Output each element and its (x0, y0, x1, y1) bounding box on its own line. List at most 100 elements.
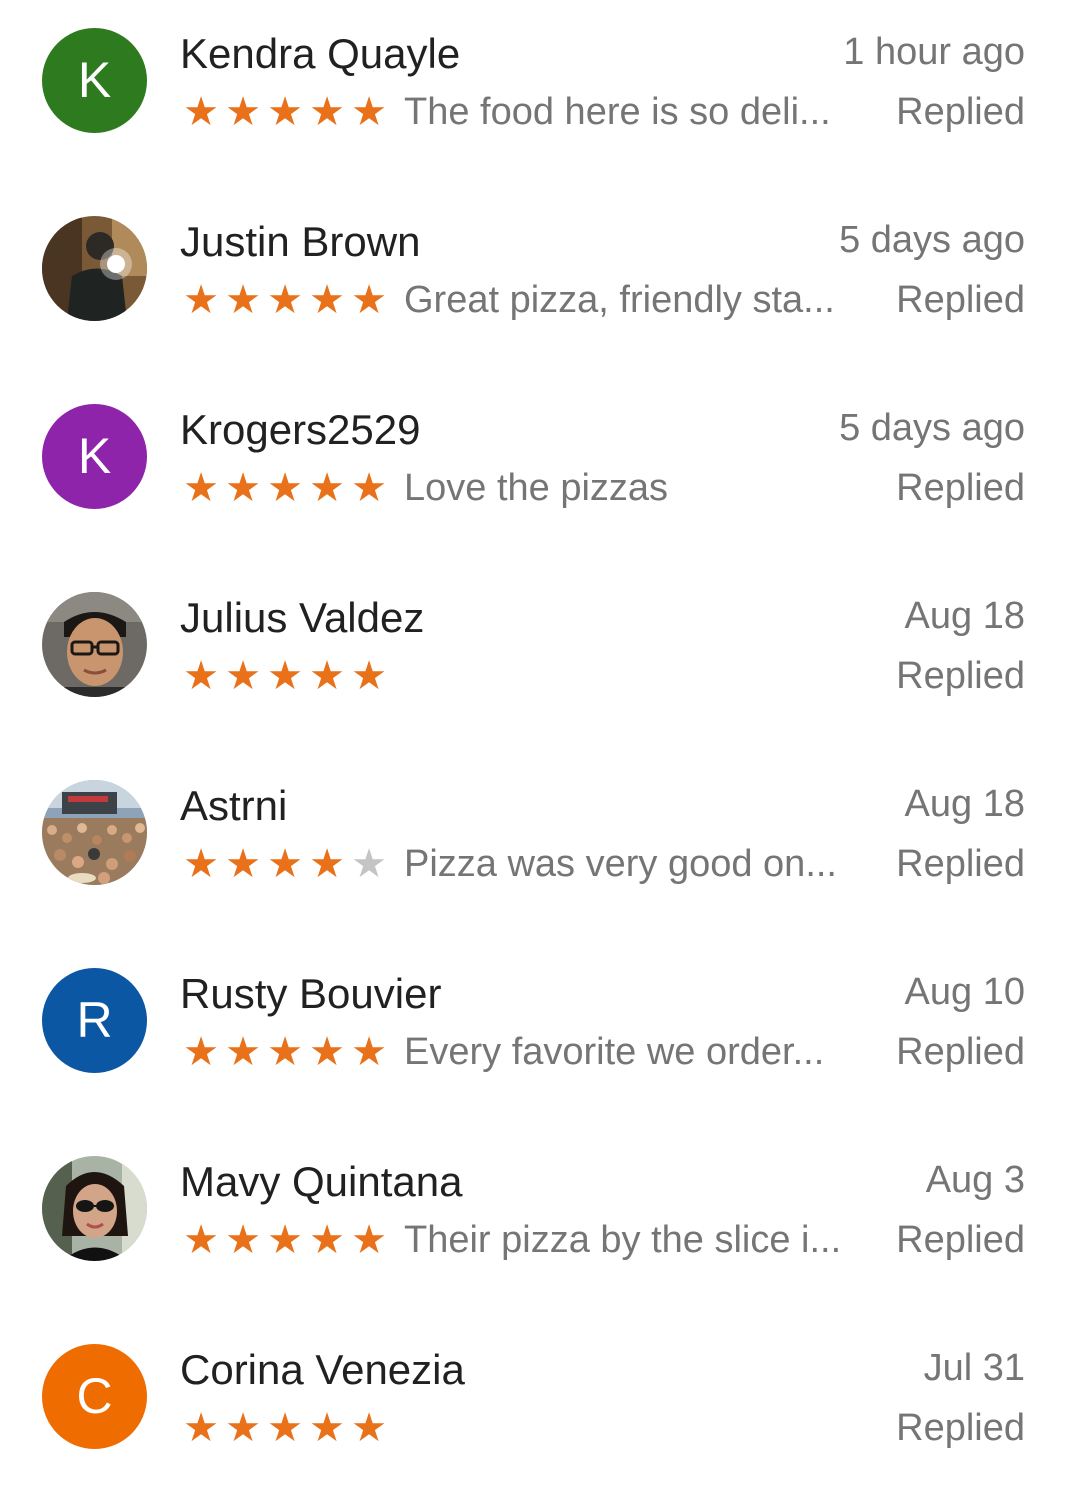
review-time: Aug 18 (904, 783, 1025, 825)
avatar: C (42, 1344, 147, 1449)
star-filled-icon: ★ (183, 653, 219, 699)
reviewer-name: Corina Venezia (180, 1346, 465, 1393)
review-time: Aug 10 (904, 971, 1025, 1013)
star-filled-icon: ★ (351, 277, 387, 323)
star-filled-icon: ★ (309, 1217, 345, 1263)
reply-status: Replied (896, 1219, 1025, 1261)
star-filled-icon: ★ (309, 89, 345, 135)
avatar-letter: C (76, 1368, 113, 1424)
review-snippet: Love the pizzas (404, 467, 669, 509)
reviewer-name: Mavy Quintana (180, 1158, 463, 1205)
review-snippet: Great pizza, friendly sta... (404, 279, 835, 321)
reply-status: Replied (896, 843, 1025, 885)
reviewer-name: Rusty Bouvier (180, 970, 442, 1017)
star-filled-icon: ★ (183, 841, 219, 887)
star-filled-icon: ★ (183, 1029, 219, 1075)
review-detail: ★ ★ ★ ★ ★ (180, 1404, 404, 1452)
star-filled-icon: ★ (225, 1029, 261, 1075)
profile-photo-woman-sunglasses (42, 1156, 147, 1261)
review-row[interactable]: C Corina Venezia Jul 31 ★ ★ ★ ★ ★ Replied (0, 1316, 1080, 1504)
star-filled-icon: ★ (267, 653, 303, 699)
star-filled-icon: ★ (267, 841, 303, 887)
reply-status: Replied (896, 655, 1025, 697)
star-rating: ★ ★ ★ ★ ★ (180, 652, 390, 700)
review-snippet: Every favorite we order... (404, 1031, 825, 1073)
review-time: Aug 18 (904, 595, 1025, 637)
avatar: K (42, 28, 147, 133)
star-rating: ★ ★ ★ ★ ★ (180, 1216, 390, 1264)
review-detail: ★ ★ ★ ★ ★ Great pizza, friendly sta... (180, 276, 835, 324)
star-rating: ★ ★ ★ ★ ★ (180, 464, 390, 512)
review-detail: ★ ★ ★ ★ ★ The food here is so deli... (180, 88, 831, 136)
avatar: K (42, 404, 147, 509)
reply-status: Replied (896, 1031, 1025, 1073)
review-snippet: Pizza was very good on... (404, 843, 837, 885)
star-filled-icon: ★ (309, 465, 345, 511)
review-time: Jul 31 (923, 1347, 1025, 1389)
star-filled-icon: ★ (267, 277, 303, 323)
avatar (42, 780, 147, 885)
star-filled-icon: ★ (267, 1217, 303, 1263)
star-filled-icon: ★ (309, 1405, 345, 1451)
star-filled-icon: ★ (225, 89, 261, 135)
star-filled-icon: ★ (225, 465, 261, 511)
star-filled-icon: ★ (351, 653, 387, 699)
star-filled-icon: ★ (351, 1405, 387, 1451)
avatar (42, 592, 147, 697)
reviewer-name: Julius Valdez (180, 594, 425, 641)
review-detail: ★ ★ ★ ★ ★ Pizza was very good on... (180, 840, 837, 888)
star-rating: ★ ★ ★ ★ ★ (180, 1028, 390, 1076)
star-filled-icon: ★ (267, 89, 303, 135)
star-filled-icon: ★ (225, 653, 261, 699)
review-time: 5 days ago (839, 407, 1025, 449)
reviewer-name: Astrni (180, 782, 288, 829)
reviewer-name: Justin Brown (180, 218, 421, 265)
star-filled-icon: ★ (183, 1217, 219, 1263)
review-row[interactable]: Julius Valdez Aug 18 ★ ★ ★ ★ ★ Replied (0, 564, 1080, 752)
review-list: K Kendra Quayle 1 hour ago ★ ★ ★ ★ ★ The foo… (0, 0, 1080, 1497)
star-filled-icon: ★ (267, 1029, 303, 1075)
avatar (42, 216, 147, 321)
star-filled-icon: ★ (267, 1405, 303, 1451)
reply-status: Replied (896, 279, 1025, 321)
star-filled-icon: ★ (183, 465, 219, 511)
reply-status: Replied (896, 1407, 1025, 1449)
avatar-letter: R (76, 992, 113, 1048)
review-detail: ★ ★ ★ ★ ★ Every favorite we order... (180, 1028, 824, 1076)
star-filled-icon: ★ (183, 1405, 219, 1451)
avatar-letter: K (77, 52, 112, 108)
review-row[interactable]: Astrni Aug 18 ★ ★ ★ ★ ★ Pizza was very good … (0, 752, 1080, 940)
star-empty-icon: ★ (351, 841, 387, 887)
star-filled-icon: ★ (309, 1029, 345, 1075)
star-filled-icon: ★ (309, 277, 345, 323)
review-snippet: Their pizza by the slice i... (404, 1219, 842, 1261)
review-row[interactable]: Justin Brown 5 days ago ★ ★ ★ ★ ★ Great pizz… (0, 188, 1080, 376)
avatar-letter: K (77, 428, 112, 484)
reviewer-name: Kendra Quayle (180, 30, 461, 77)
star-filled-icon: ★ (183, 89, 219, 135)
review-row[interactable]: Mavy Quintana Aug 3 ★ ★ ★ ★ ★ Their pizza by… (0, 1128, 1080, 1316)
review-time: Aug 3 (925, 1159, 1025, 1201)
star-filled-icon: ★ (309, 841, 345, 887)
review-time: 1 hour ago (843, 31, 1025, 73)
review-row[interactable]: K Krogers2529 5 days ago ★ ★ ★ ★ ★ Love the … (0, 376, 1080, 564)
profile-photo-man-glasses (42, 592, 147, 697)
star-filled-icon: ★ (225, 1217, 261, 1263)
profile-photo-man-selfie (42, 216, 147, 321)
avatar: R (42, 968, 147, 1073)
star-filled-icon: ★ (225, 841, 261, 887)
star-filled-icon: ★ (351, 89, 387, 135)
star-filled-icon: ★ (183, 277, 219, 323)
star-filled-icon: ★ (225, 1405, 261, 1451)
star-filled-icon: ★ (351, 1217, 387, 1263)
star-filled-icon: ★ (351, 465, 387, 511)
reply-status: Replied (896, 467, 1025, 509)
avatar (42, 1156, 147, 1261)
star-rating: ★ ★ ★ ★ ★ (180, 276, 390, 324)
review-detail: ★ ★ ★ ★ ★ (180, 652, 404, 700)
star-rating: ★ ★ ★ ★ ★ (180, 840, 390, 888)
review-row[interactable]: R Rusty Bouvier Aug 10 ★ ★ ★ ★ ★ Every favor… (0, 940, 1080, 1128)
review-detail: ★ ★ ★ ★ ★ Love the pizzas (180, 464, 668, 512)
profile-photo-concert-crowd (42, 780, 147, 885)
review-row[interactable]: K Kendra Quayle 1 hour ago ★ ★ ★ ★ ★ The foo… (0, 0, 1080, 188)
